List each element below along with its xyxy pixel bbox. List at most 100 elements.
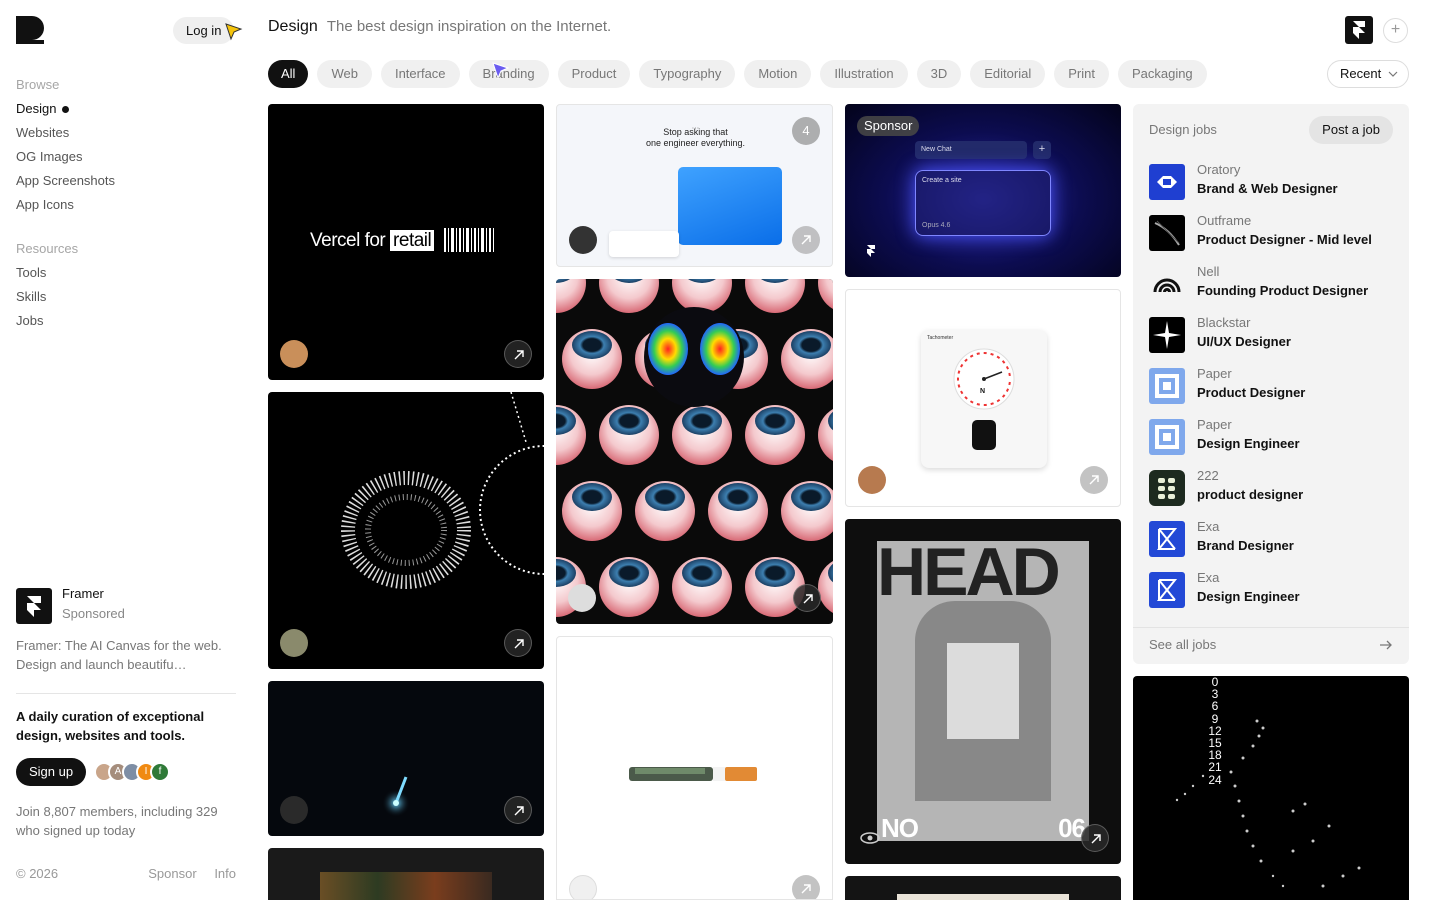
see-all-jobs-link[interactable]: See all jobs bbox=[1149, 637, 1216, 652]
card-numbers[interactable]: 0 3 6 9 12 15 18 21 24 bbox=[1133, 676, 1409, 900]
copyright: © 2026 bbox=[16, 866, 59, 881]
gauge-icon bbox=[953, 348, 1015, 410]
members-count: Join 8,807 members, including 329 who si… bbox=[16, 804, 218, 838]
open-arrow-icon[interactable] bbox=[1081, 824, 1109, 852]
card-sponsor-chat[interactable]: Sponsor New Chat + Create a site Opus 4.… bbox=[845, 104, 1121, 277]
info-link[interactable]: Info bbox=[214, 866, 236, 881]
arrow-right-icon[interactable] bbox=[1379, 639, 1393, 651]
sponsor-link[interactable]: Sponsor bbox=[148, 866, 196, 881]
job-title: Design Engineer bbox=[1197, 436, 1300, 451]
filter-illustration[interactable]: Illustration bbox=[820, 60, 908, 88]
glowing-pin-art bbox=[382, 776, 410, 817]
paper-logo-icon bbox=[1149, 419, 1185, 455]
job-item[interactable]: 222 product designer bbox=[1149, 468, 1393, 508]
numbers-figure-art bbox=[1175, 719, 1361, 888]
filter-motion[interactable]: Motion bbox=[744, 60, 812, 88]
landing-headline-line: one engineer everything. bbox=[645, 138, 746, 148]
job-company: 222 bbox=[1197, 468, 1219, 483]
card-posters[interactable] bbox=[268, 848, 544, 900]
job-item[interactable]: Exa Design Engineer bbox=[1149, 570, 1393, 610]
eyeball bbox=[599, 405, 659, 465]
job-item[interactable]: Paper Product Designer bbox=[1149, 366, 1393, 406]
avatar[interactable] bbox=[280, 796, 308, 824]
avatar[interactable] bbox=[569, 226, 597, 254]
framer-logo-icon bbox=[16, 588, 52, 624]
jobs-divider bbox=[1133, 627, 1409, 628]
post-job-button[interactable]: Post a job bbox=[1309, 116, 1393, 144]
number: 9 bbox=[1211, 711, 1219, 726]
open-arrow-icon[interactable] bbox=[504, 340, 532, 368]
nav-item-og-images[interactable]: OG Images bbox=[16, 145, 115, 169]
filter-editorial[interactable]: Editorial bbox=[970, 60, 1046, 88]
open-arrow-icon[interactable] bbox=[792, 875, 820, 899]
nav-item-jobs[interactable]: Jobs bbox=[16, 309, 78, 333]
eyeball bbox=[562, 481, 622, 541]
poster: HEAD NO 06 bbox=[877, 538, 1089, 843]
gauge-letter: N bbox=[980, 388, 986, 395]
avatar[interactable] bbox=[858, 466, 886, 494]
card-eyeballs[interactable] bbox=[556, 279, 833, 624]
chat-model: Opus 4.6 bbox=[922, 222, 951, 229]
outframe-logo-icon bbox=[1149, 215, 1185, 251]
job-item[interactable]: Blackstar UI/UX Designer bbox=[1149, 315, 1393, 355]
sort-select[interactable]: Recent bbox=[1327, 60, 1409, 88]
job-item[interactable]: Nell Founding Product Designer bbox=[1149, 264, 1393, 304]
filter-typography[interactable]: Typography bbox=[639, 60, 736, 88]
chat-input-box: Create a site Opus 4.6 bbox=[915, 170, 1051, 236]
job-title: UI/UX Designer bbox=[1197, 334, 1291, 349]
card-cigarette[interactable] bbox=[556, 636, 833, 900]
card-partial-art bbox=[897, 894, 1069, 900]
number: 24 bbox=[1208, 772, 1222, 787]
job-item[interactable]: Outframe Product Designer - Mid level bbox=[1149, 213, 1393, 253]
nav-item-design[interactable]: Design bbox=[16, 97, 115, 121]
card-tachometer[interactable]: Tachometer N bbox=[845, 289, 1121, 507]
add-icon[interactable]: + bbox=[1383, 18, 1408, 43]
filter-interface[interactable]: Interface bbox=[380, 60, 460, 88]
signup-button[interactable]: Sign up bbox=[16, 758, 87, 786]
job-company: Exa bbox=[1197, 519, 1220, 534]
card-partial[interactable] bbox=[845, 876, 1121, 900]
nav-item-skills[interactable]: Skills bbox=[16, 285, 78, 309]
card-dotted-zero[interactable] bbox=[268, 392, 544, 669]
job-item[interactable]: Oratory Brand & Web Designer bbox=[1149, 162, 1393, 202]
job-item[interactable]: Paper Design Engineer bbox=[1149, 417, 1393, 457]
open-arrow-icon[interactable] bbox=[504, 629, 532, 657]
chat-input: Create a site bbox=[922, 177, 962, 184]
card-head-poster[interactable]: HEAD NO 06 bbox=[845, 519, 1121, 864]
heat-eye bbox=[648, 323, 688, 375]
filter-web[interactable]: Web bbox=[317, 60, 372, 88]
filter-all[interactable]: All bbox=[268, 60, 309, 88]
card-vercel-retail[interactable]: Vercel for retail bbox=[268, 104, 544, 380]
eyeball bbox=[556, 405, 586, 465]
eyeball bbox=[672, 557, 732, 617]
job-title: Product Designer bbox=[1197, 385, 1306, 400]
open-arrow-icon[interactable] bbox=[504, 796, 532, 824]
nav-item-app-screenshots[interactable]: App Screenshots bbox=[16, 169, 115, 193]
nav-item-app-icons[interactable]: App Icons bbox=[16, 193, 115, 217]
avatar[interactable] bbox=[569, 875, 597, 899]
number: 21 bbox=[1208, 760, 1222, 775]
poster-no: NO bbox=[881, 813, 919, 843]
filter-product[interactable]: Product bbox=[557, 60, 631, 88]
card-glowing-pin[interactable] bbox=[268, 681, 544, 836]
nav-item-websites[interactable]: Websites bbox=[16, 121, 115, 145]
open-arrow-icon[interactable] bbox=[793, 584, 821, 612]
cigarette-art bbox=[629, 767, 757, 781]
avatar[interactable] bbox=[280, 629, 308, 657]
card-landing-page[interactable]: • • • Stop asking that one engineer ever… bbox=[556, 104, 833, 267]
filter-3d[interactable]: 3D bbox=[916, 60, 962, 88]
site-logo-icon[interactable] bbox=[16, 16, 44, 44]
job-item[interactable]: Exa Brand Designer bbox=[1149, 519, 1393, 559]
framer-top-icon[interactable] bbox=[1345, 16, 1373, 44]
open-arrow-icon[interactable] bbox=[1080, 466, 1108, 494]
open-arrow-icon[interactable] bbox=[792, 226, 820, 254]
eyeball bbox=[781, 481, 833, 541]
avatar[interactable] bbox=[568, 584, 596, 612]
filter-packaging[interactable]: Packaging bbox=[1117, 60, 1207, 88]
nav-item-tools[interactable]: Tools bbox=[16, 261, 78, 285]
poster-frame bbox=[947, 643, 1019, 739]
filter-print[interactable]: Print bbox=[1054, 60, 1109, 88]
card-text-a: Vercel for bbox=[310, 230, 386, 251]
avatar[interactable] bbox=[280, 340, 308, 368]
mouse-cursor-icon bbox=[492, 62, 510, 80]
